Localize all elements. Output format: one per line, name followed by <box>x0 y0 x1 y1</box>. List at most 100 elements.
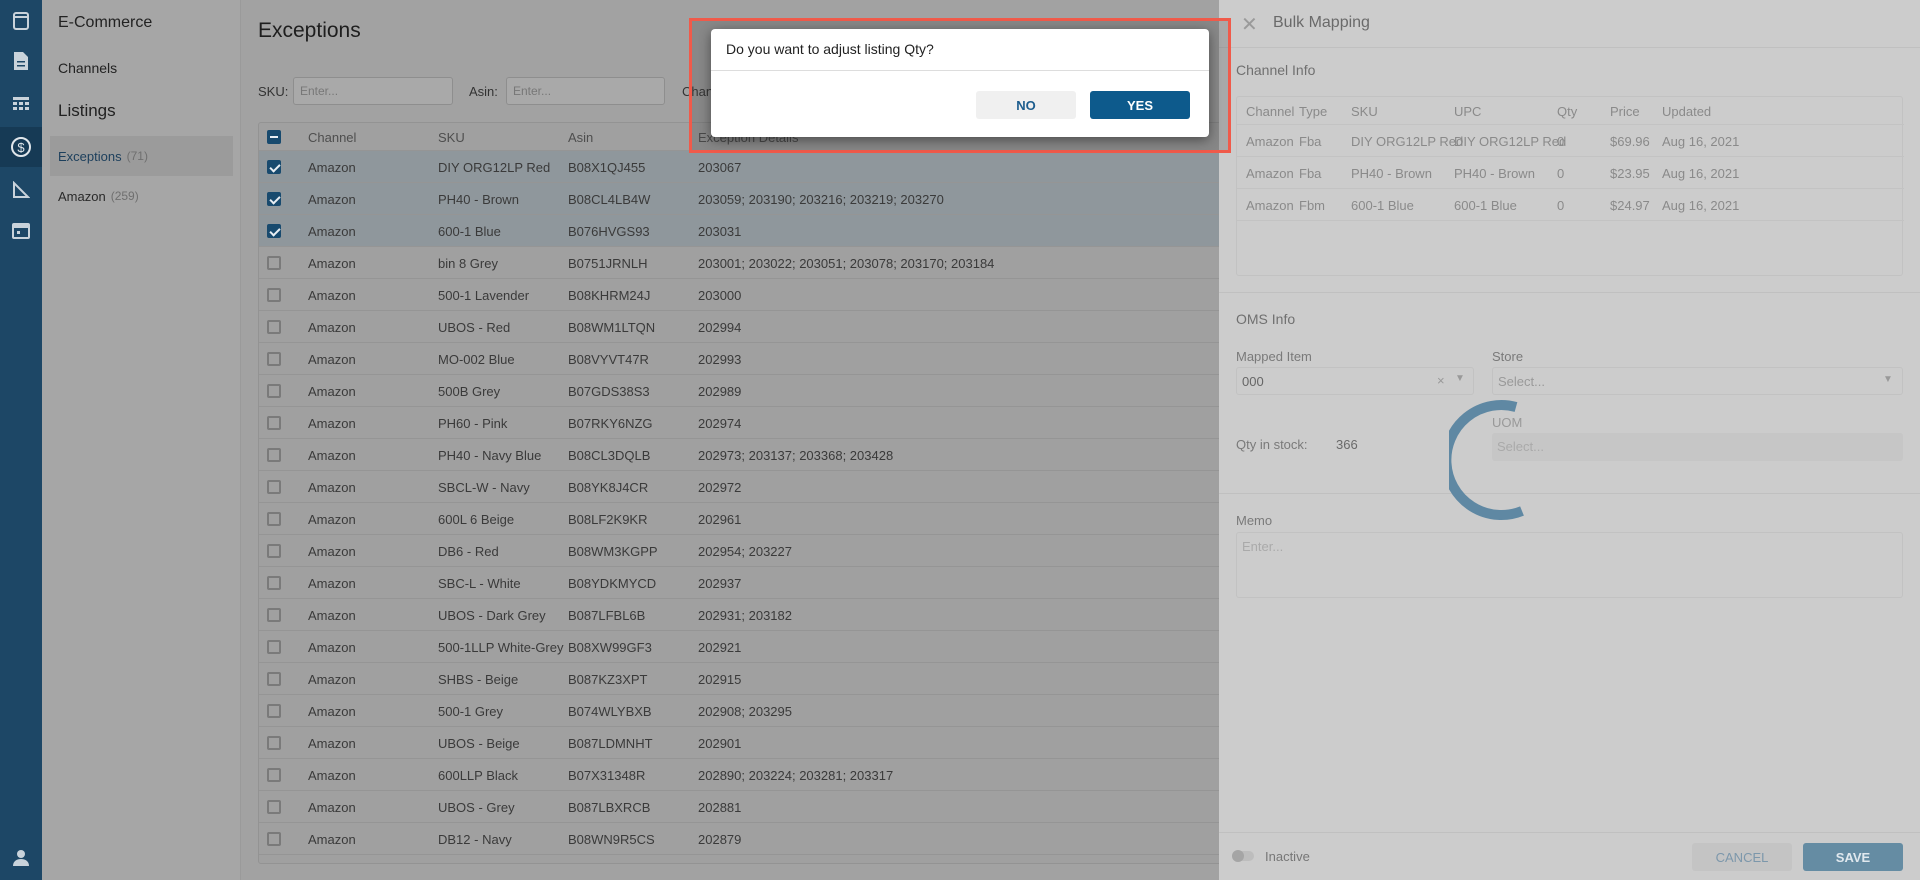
inactive-label: Inactive <box>1265 849 1310 864</box>
qty-in-stock-value: 366 <box>1336 437 1358 452</box>
table-row[interactable]: Amazon PH40 - Brown B08CL4LB4W 203059; 2… <box>259 183 1237 215</box>
channel-cell: $69.96 <box>1610 134 1650 149</box>
sidebar-item-amazon[interactable]: Amazon (259) <box>50 176 233 216</box>
table-row[interactable]: Amazon SBCL-W - Navy B08YK8J4CR 202972 <box>259 471 1237 503</box>
row-checkbox[interactable] <box>267 512 281 526</box>
cell-exception-details: 202879 <box>698 832 742 847</box>
reports-ruler-icon[interactable] <box>0 170 42 210</box>
channel-cell: Aug 16, 2021 <box>1662 166 1740 181</box>
row-checkbox[interactable] <box>267 544 281 558</box>
chevron-down-icon[interactable]: ▼ <box>1455 373 1465 384</box>
mapped-item-select[interactable]: 000 × ▼ <box>1236 367 1474 395</box>
column-header-asin[interactable]: Asin <box>568 130 593 145</box>
inventory-grid-icon[interactable] <box>0 84 42 124</box>
dollar-icon[interactable]: $ <box>0 127 42 167</box>
table-row[interactable]: Amazon bin 8 Grey B0751JRNLH 203001; 203… <box>259 247 1237 279</box>
cell-sku: bin 8 Grey <box>438 256 498 271</box>
sku-filter-input[interactable]: Enter... <box>293 77 453 105</box>
row-checkbox[interactable] <box>267 192 281 206</box>
cell-sku: UBOS - Grey <box>438 800 515 815</box>
dialog-message: Do you want to adjust listing Qty? <box>726 41 934 57</box>
table-row[interactable]: Amazon 600L 6 Beige B08LF2K9KR 202961 <box>259 503 1237 535</box>
sidebar-item-label: Amazon <box>58 188 106 204</box>
chevron-down-icon: ▼ <box>1883 374 1893 385</box>
table-row[interactable]: Amazon DB12 - Navy B08WN9R5CS 202879 <box>259 823 1237 855</box>
row-checkbox[interactable] <box>267 704 281 718</box>
row-checkbox[interactable] <box>267 384 281 398</box>
table-row[interactable]: Amazon SBC-L - White B08YDKMYCD 202937 <box>259 567 1237 599</box>
row-checkbox[interactable] <box>267 608 281 622</box>
cell-exception-details: 202890; 203224; 203281; 203317 <box>698 768 894 783</box>
channel-cell: $23.95 <box>1610 166 1650 181</box>
sidebar-item-exceptions[interactable]: Exceptions (71) <box>50 136 233 176</box>
cell-sku: 600L 6 Beige <box>438 512 515 527</box>
yes-button[interactable]: YES <box>1090 91 1190 119</box>
row-checkbox[interactable] <box>267 832 281 846</box>
row-checkbox[interactable] <box>267 224 281 238</box>
cell-channel: Amazon <box>308 352 356 367</box>
table-row[interactable]: Amazon 500B Grey B07GDS38S3 202989 <box>259 375 1237 407</box>
row-checkbox[interactable] <box>267 480 281 494</box>
row-checkbox[interactable] <box>267 640 281 654</box>
row-checkbox[interactable] <box>267 800 281 814</box>
table-row[interactable]: Amazon UBOS - Dark Grey B087LFBL6B 20293… <box>259 599 1237 631</box>
oms-info-heading: OMS Info <box>1236 311 1296 327</box>
column-header-sku[interactable]: SKU <box>438 130 465 145</box>
row-checkbox[interactable] <box>267 352 281 366</box>
table-row[interactable]: Amazon PH60 - Pink B07RKY6NZG 202974 <box>259 407 1237 439</box>
row-checkbox[interactable] <box>267 256 281 270</box>
cell-exception-details: 202993 <box>698 352 742 367</box>
row-checkbox[interactable] <box>267 768 281 782</box>
table-row[interactable]: Amazon UBOS - Beige B087LDMNHT 202901 <box>259 727 1237 759</box>
memo-textarea[interactable]: Enter... <box>1236 532 1903 598</box>
cell-exception-details: 203031 <box>698 224 742 239</box>
save-button[interactable]: SAVE <box>1803 843 1903 871</box>
row-checkbox[interactable] <box>267 576 281 590</box>
table-row[interactable]: Amazon 500-1 Grey B074WLYBXB 202908; 203… <box>259 695 1237 727</box>
table-row[interactable]: Amazon MO-002 Blue B08VYVT47R 202993 <box>259 343 1237 375</box>
no-button[interactable]: NO <box>976 91 1076 119</box>
sidebar-title: E-Commerce <box>58 14 153 31</box>
row-checkbox[interactable] <box>267 160 281 174</box>
table-row[interactable]: Amazon 500-1LLP White-Grey B08XW99GF3 20… <box>259 631 1237 663</box>
document-icon[interactable] <box>0 41 42 81</box>
cell-exception-details: 202961 <box>698 512 742 527</box>
cancel-button[interactable]: CANCEL <box>1692 843 1792 871</box>
cell-sku: PH40 - Brown <box>438 192 519 207</box>
channel-cell: DIY ORG12LP Red <box>1351 134 1464 149</box>
cell-channel: Amazon <box>308 800 356 815</box>
divider <box>1219 493 1920 494</box>
bulk-mapping-panel: ✕ Bulk Mapping Channel Info Channel Type S… <box>1219 0 1920 880</box>
close-icon[interactable]: ✕ <box>1241 12 1258 37</box>
asin-filter-input[interactable]: Enter... <box>506 77 665 105</box>
row-checkbox[interactable] <box>267 736 281 750</box>
row-checkbox[interactable] <box>267 448 281 462</box>
table-row[interactable]: Amazon UBOS - Red B08WM1LTQN 202994 <box>259 311 1237 343</box>
column-header-channel[interactable]: Channel <box>308 130 356 145</box>
cell-channel: Amazon <box>308 480 356 495</box>
orders-icon[interactable] <box>0 1 42 41</box>
cell-exception-details: 203001; 203022; 203051; 203078; 203170; … <box>698 256 995 271</box>
select-all-checkbox[interactable] <box>267 130 281 144</box>
user-icon[interactable] <box>0 837 42 877</box>
cell-asin: B07X31348R <box>568 768 646 783</box>
active-toggle[interactable] <box>1232 850 1254 862</box>
table-row[interactable]: Amazon 600LLP Black B07X31348R 202890; 2… <box>259 759 1237 791</box>
row-checkbox[interactable] <box>267 320 281 334</box>
cell-channel: Amazon <box>308 832 356 847</box>
clear-icon[interactable]: × <box>1437 373 1445 388</box>
row-checkbox[interactable] <box>267 416 281 430</box>
row-checkbox[interactable] <box>267 672 281 686</box>
table-row[interactable]: Amazon PH40 - Navy Blue B08CL3DQLB 20297… <box>259 439 1237 471</box>
row-checkbox[interactable] <box>267 288 281 302</box>
table-row[interactable]: Amazon UBOS - Grey B087LBXRCB 202881 <box>259 791 1237 823</box>
calendar-icon[interactable] <box>0 210 42 250</box>
sidebar-channels-link[interactable]: Channels <box>58 60 117 76</box>
store-select[interactable]: Select... ▼ <box>1492 367 1903 395</box>
table-row[interactable]: Amazon 600-1 Blue B076HVGS93 203031 <box>259 215 1237 247</box>
table-row[interactable]: Amazon SHBS - Beige B087KZ3XPT 202915 <box>259 663 1237 695</box>
divider <box>1219 47 1920 48</box>
table-row[interactable]: Amazon DB6 - Red B08WM3KGPP 202954; 2032… <box>259 535 1237 567</box>
table-row[interactable]: Amazon DIY ORG12LP Red B08X1QJ455 203067 <box>259 151 1237 183</box>
table-row[interactable]: Amazon 500-1 Lavender B08KHRM24J 203000 <box>259 279 1237 311</box>
